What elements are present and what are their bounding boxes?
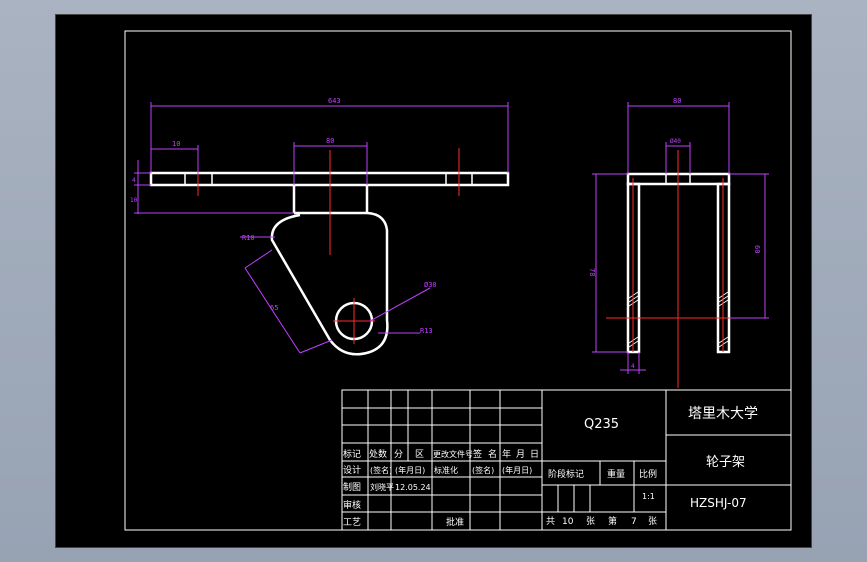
- dim-corner-radius: R10: [242, 234, 255, 242]
- header-count: 处数: [369, 448, 387, 460]
- side-dim-labels: 80 Ø40 78 60 4: [588, 97, 761, 370]
- header-day: 日: [530, 449, 539, 460]
- dim-thickness-top: 4: [132, 177, 136, 184]
- header-zone: 区: [415, 449, 424, 460]
- row-standard-label: 标准化: [434, 465, 458, 475]
- header-name: 名: [488, 448, 497, 460]
- sheets-total-label: 共: [546, 516, 555, 527]
- sheet-no-label: 第: [608, 515, 617, 527]
- dim-overall-length: 643: [328, 97, 341, 105]
- row-review-label: 审核: [343, 499, 361, 511]
- sheet-no: 7: [631, 517, 637, 527]
- row-standard-sign: (签名): [472, 465, 494, 475]
- header-month: 月: [516, 449, 525, 460]
- title-block-text: 塔里木大学 轮子架 Q235 HZSHJ-07 标记 处数 分 区 更改文件号 …: [343, 406, 758, 528]
- row-design-label: 设计: [343, 464, 361, 476]
- cad-drawing: 643 10 80 4 10 R10 65 Ø30 R13 80 Ø40 78 …: [124, 30, 792, 531]
- front-centerlines: [197, 148, 460, 344]
- dim-left-offset: 10: [172, 140, 180, 148]
- dim-side-plate: 4: [631, 363, 635, 370]
- row-process-label: 工艺: [343, 517, 361, 528]
- header-sign: 签: [473, 448, 482, 460]
- row-draw-sign: 刘晓平: [370, 482, 394, 492]
- stage-label: 阶段标记: [548, 468, 584, 480]
- dim-outer-radius: R13: [420, 327, 433, 335]
- front-dim-labels: 643 10 80 4 10 R10 65 Ø30 R13: [130, 97, 437, 335]
- dim-side-height: 78: [588, 268, 596, 276]
- weight-label: 重量: [607, 468, 625, 480]
- scale-value: 1:1: [642, 492, 655, 501]
- row-standard-date: (年月日): [502, 465, 532, 475]
- sheets-total: 10: [562, 517, 574, 527]
- dim-side-inner-height: 60: [753, 245, 761, 253]
- front-dimensions: [134, 102, 509, 354]
- dim-slant-length: 65: [270, 304, 278, 312]
- drawing-number: HZSHJ-07: [690, 496, 747, 510]
- row-design-sign: (签名): [370, 465, 392, 475]
- dim-thickness-bottom: 10: [130, 197, 138, 204]
- row-design-date: (年月日): [395, 465, 425, 475]
- header-div: 分: [394, 449, 403, 460]
- dim-side-width: 80: [673, 97, 681, 105]
- scale-label: 比例: [639, 468, 657, 480]
- material: Q235: [584, 417, 619, 432]
- sheets-unit: 张: [586, 516, 595, 527]
- dim-boss-width: 80: [326, 137, 334, 145]
- dim-hole-diameter: Ø30: [424, 281, 437, 289]
- part-name: 轮子架: [706, 455, 745, 470]
- header-year: 年: [502, 448, 511, 460]
- row-draw-label: 制图: [343, 481, 361, 493]
- row-approve-label: 批准: [446, 516, 464, 528]
- sheet-unit2: 张: [648, 516, 657, 527]
- university-name: 塔里木大学: [688, 406, 758, 422]
- header-mark: 标记: [343, 448, 361, 460]
- row-draw-date: 12.05.24: [395, 483, 431, 492]
- header-change: 更改文件号: [433, 449, 473, 459]
- dim-side-inner: Ø40: [670, 138, 681, 145]
